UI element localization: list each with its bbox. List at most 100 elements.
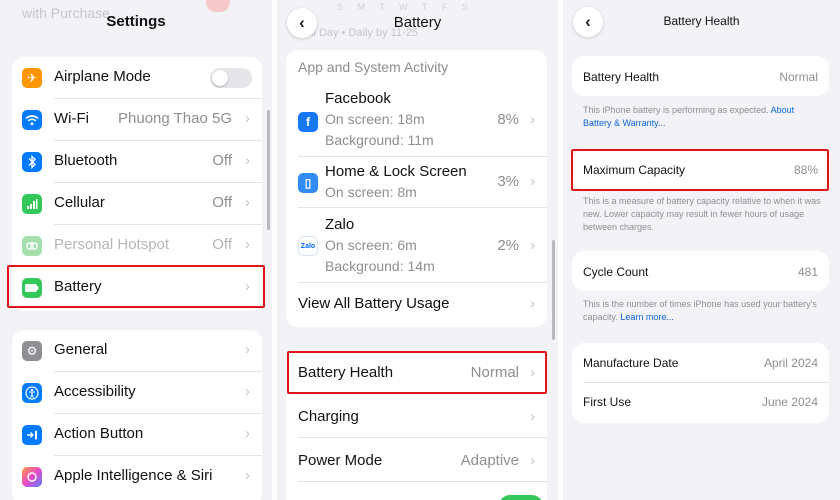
bluetooth-icon (22, 152, 42, 172)
app-percent: 3% (497, 173, 519, 190)
view-all-battery-usage-link[interactable]: View All Battery Usage (298, 295, 449, 312)
settings-row-general[interactable]: ⚙ General › (12, 330, 262, 372)
chevron-right-icon: › (245, 425, 250, 442)
highlight-maximum-capacity (571, 149, 829, 191)
charging-row[interactable]: Charging › (286, 394, 547, 438)
app-usage-line: Background: 14m (325, 258, 435, 274)
chevron-right-icon: › (245, 341, 250, 358)
home-lock-screen-icon: ▯ (298, 173, 318, 193)
cycle-count-note: This is the number of times iPhone has u… (583, 298, 823, 324)
facebook-icon: f (298, 112, 318, 132)
page-title: Battery Health (663, 14, 740, 28)
row-separator (583, 382, 829, 383)
screenshot-collage: with Purchase Settings ✈ Airplane Mode W… (0, 0, 840, 500)
siri-icon (22, 467, 42, 487)
gear-icon: ⚙ (22, 341, 42, 361)
scrollbar[interactable] (552, 240, 555, 340)
accessibility-icon (22, 383, 42, 403)
cellular-icon (22, 194, 42, 214)
app-usage-line: Background: 11m (325, 132, 434, 148)
airplane-mode-toggle[interactable] (210, 68, 252, 88)
row-label: Accessibility (54, 383, 136, 400)
cycle-count-label: Cycle Count (583, 265, 649, 279)
battery-health-card: Battery Health Normal (572, 56, 829, 96)
row-label: Cellular (54, 194, 105, 211)
battery-health-screen: ‹ Battery Health Battery Health Normal T… (563, 0, 840, 500)
manufacture-date-value: April 2024 (763, 356, 818, 370)
app-percent: 8% (497, 111, 519, 128)
scrollbar[interactable] (267, 110, 270, 230)
note-text: This is the number of times iPhone has u… (583, 299, 817, 322)
app-name: Facebook (325, 90, 391, 107)
settings-row-personal-hotspot[interactable]: Personal Hotspot Off › (12, 225, 262, 267)
chevron-right-icon: › (530, 295, 535, 312)
battery-screen: S M T W T F S ll Day • Daily by 11-25 ‹ … (277, 0, 558, 500)
row-value: Off (212, 236, 232, 253)
row-label: General (54, 341, 108, 358)
row-value: Phuong Thao 5G (118, 110, 232, 127)
learn-more-link[interactable]: Learn more... (620, 312, 674, 322)
chevron-right-icon: › (245, 110, 250, 127)
row-value: Off (212, 152, 232, 169)
settings-row-wifi[interactable]: Wi-Fi Phuong Thao 5G › (12, 99, 262, 141)
battery-health-value: Normal (779, 70, 818, 84)
ghost-badge (206, 0, 230, 12)
row-label: Apple Intelligence & Siri (54, 467, 213, 484)
chevron-right-icon: › (245, 236, 250, 253)
action-button-icon (22, 425, 42, 445)
chevron-right-icon: › (530, 408, 535, 425)
page-title: Settings (106, 13, 166, 30)
app-usage-line: On screen: 8m (325, 184, 417, 200)
cycle-count-value: 481 (797, 265, 818, 279)
settings-row-accessibility[interactable]: Accessibility › (12, 372, 262, 414)
toggle-knob (212, 70, 228, 86)
first-use-label: First Use (583, 395, 631, 409)
row-label: Personal Hotspot (54, 236, 170, 253)
app-name: Home & Lock Screen (325, 163, 467, 180)
app-name: Zalo (325, 216, 355, 233)
app-activity-card: App and System Activity f Facebook On sc… (286, 50, 547, 327)
settings-screen: with Purchase Settings ✈ Airplane Mode W… (0, 0, 272, 500)
chevron-right-icon: › (530, 452, 535, 469)
first-use-value: June 2024 (761, 395, 818, 409)
row-label: Wi-Fi (54, 110, 89, 127)
app-usage-line: On screen: 6m (325, 237, 417, 253)
row-separator (298, 481, 547, 482)
page-title: Battery (393, 14, 442, 31)
chevron-right-icon: › (530, 237, 535, 254)
row-label: Power Mode (298, 452, 383, 469)
dates-card: Manufacture Date April 2024 First Use Ju… (572, 343, 829, 423)
settings-row-action-button[interactable]: Action Button › (12, 414, 262, 456)
low-power-toggle[interactable] (499, 495, 543, 500)
section-title: App and System Activity (298, 59, 449, 75)
row-value: Off (212, 194, 232, 211)
settings-row-apple-intelligence-siri[interactable]: Apple Intelligence & Siri › (12, 456, 262, 498)
row-label: Airplane Mode (54, 68, 151, 85)
highlight-battery-health (287, 351, 547, 394)
row-label: Charging (298, 408, 359, 425)
battery-health-note: This iPhone battery is performing as exp… (583, 104, 823, 130)
chevron-right-icon: › (245, 467, 250, 484)
chevron-right-icon: › (245, 383, 250, 400)
row-separator (298, 207, 547, 208)
zalo-icon: Zalo (298, 236, 318, 256)
settings-row-cellular[interactable]: Cellular Off › (12, 183, 262, 225)
chevron-right-icon: › (245, 194, 250, 211)
app-usage-line: On screen: 18m (325, 111, 425, 127)
row-separator (298, 156, 547, 157)
power-mode-row[interactable]: Power Mode Adaptive › (286, 438, 547, 482)
ghost-weekdays: S M T W T F S (337, 2, 474, 12)
app-percent: 2% (497, 237, 519, 254)
chevron-right-icon: › (245, 152, 250, 169)
row-label: Bluetooth (54, 152, 118, 169)
chevron-right-icon: › (530, 173, 535, 190)
maximum-capacity-note: This is a measure of battery capacity re… (583, 196, 821, 232)
hotspot-icon (22, 236, 42, 256)
settings-row-bluetooth[interactable]: Bluetooth Off › (12, 141, 262, 183)
airplane-icon: ✈ (22, 68, 42, 88)
cycle-count-card: Cycle Count 481 (572, 251, 829, 291)
highlight-battery (7, 265, 265, 308)
settings-row-airplane-mode[interactable]: ✈ Airplane Mode (12, 57, 262, 99)
row-value: Adaptive (460, 452, 519, 469)
chevron-right-icon: › (530, 111, 535, 128)
